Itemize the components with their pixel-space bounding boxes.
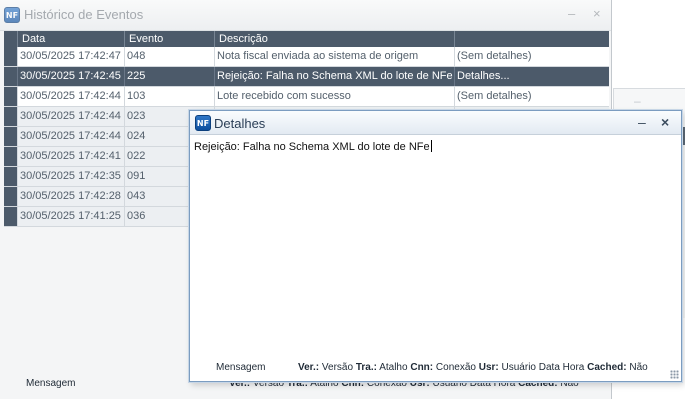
events-history-title: Histórico de Eventos — [24, 7, 144, 22]
cell-evento: 048 — [124, 47, 214, 66]
details-status-ver-label: Ver.: — [298, 362, 320, 373]
grid-header: Data Evento Descrição — [4, 31, 609, 47]
row-indicator[interactable] — [4, 47, 17, 66]
cell-data: 30/05/2025 17:42:44 — [17, 127, 124, 146]
details-status-usr-value: Usuário — [501, 362, 536, 373]
cell-data: 30/05/2025 17:42:35 — [17, 167, 124, 186]
status-message: Mensagem — [26, 378, 76, 389]
cell-descricao: Nota fiscal enviada ao sistema de origem — [214, 47, 454, 66]
details-status-cached-label: Cached: — [587, 362, 627, 373]
cell-detalhes[interactable]: (Sem detalhes) — [454, 47, 609, 66]
cell-evento: 225 — [124, 67, 214, 86]
cell-data: 30/05/2025 17:42:41 — [17, 147, 124, 166]
text-caret — [430, 140, 432, 152]
cell-data: 30/05/2025 17:42:44 — [17, 87, 124, 106]
details-status-date: Data — [538, 362, 560, 373]
row-indicator[interactable] — [4, 67, 17, 86]
cell-data: 30/05/2025 17:42:44 — [17, 107, 124, 126]
table-row[interactable]: 30/05/2025 17:42:45 225 Rejeição: Falha no… — [4, 67, 609, 87]
minimize-button[interactable]: – — [568, 7, 575, 21]
details-status-cnn-label: Cnn: — [410, 362, 434, 373]
cell-descricao: Rejeição: Falha no Schema XML do lote de… — [214, 67, 454, 86]
details-statusbar: Mensagem Ver.: Versão Tra.: Atalho Cnn: … — [190, 359, 681, 381]
details-status-tra-label: Tra.: — [355, 362, 377, 373]
details-status-usr-label: Usr: — [478, 362, 499, 373]
cell-data: 30/05/2025 17:42:47 — [17, 47, 124, 66]
background-minimize-icon: – — [634, 94, 641, 108]
cell-data: 30/05/2025 17:42:45 — [17, 67, 124, 86]
cell-detalhes[interactable]: (Sem detalhes) — [454, 87, 609, 106]
details-close-button[interactable]: × — [661, 115, 669, 129]
column-header-descricao[interactable]: Descrição — [214, 31, 454, 47]
details-status-time: Hora — [562, 362, 585, 373]
app-logo-icon: NF — [4, 7, 20, 23]
table-row[interactable]: 30/05/2025 17:42:47 048 Nota fiscal enviad… — [4, 47, 609, 67]
row-indicator[interactable] — [4, 167, 17, 186]
close-button[interactable]: × — [593, 7, 601, 21]
column-header-detalhes[interactable] — [454, 31, 609, 47]
details-status-cached-value: Não — [629, 362, 648, 373]
details-titlebar[interactable]: NF Detalhes – × — [190, 111, 681, 135]
details-status-cnn-value: Conexão — [435, 362, 476, 373]
resize-grip-icon[interactable] — [670, 370, 679, 379]
details-status-message: Mensagem — [216, 362, 266, 373]
details-dialog: NF Detalhes – × Rejeição: Falha no Schem… — [189, 110, 682, 382]
app-logo-icon: NF — [195, 115, 211, 131]
column-header-data[interactable]: Data — [17, 31, 124, 47]
cell-detalhes[interactable]: Detalhes... — [454, 67, 609, 86]
details-status-info: Ver.: Versão Tra.: Atalho Cnn: Conexão U… — [298, 362, 648, 373]
events-history-titlebar[interactable]: NF Histórico de Eventos – × — [0, 0, 611, 31]
cell-descricao: Lote recebido com sucesso — [214, 87, 454, 106]
column-header-evento[interactable]: Evento — [124, 31, 214, 47]
row-indicator[interactable] — [4, 107, 17, 126]
row-indicator[interactable] — [4, 207, 17, 226]
cell-evento: 103 — [124, 87, 214, 106]
details-minimize-button[interactable]: – — [638, 115, 646, 129]
details-text: Rejeição: Falha no Schema XML do lote de… — [194, 140, 432, 153]
cell-data: 30/05/2025 17:41:25 — [17, 207, 124, 226]
row-indicator[interactable] — [4, 187, 17, 206]
details-text-area[interactable]: Rejeição: Falha no Schema XML do lote de… — [192, 137, 679, 359]
details-title: Detalhes — [214, 116, 266, 131]
details-message: Rejeição: Falha no Schema XML do lote de… — [194, 141, 430, 153]
row-indicator[interactable] — [4, 87, 17, 106]
table-row[interactable]: 30/05/2025 17:42:44 103 Lote recebido com … — [4, 87, 609, 107]
row-indicator[interactable] — [4, 147, 17, 166]
details-status-tra-value: Atalho — [379, 362, 408, 373]
details-status-ver-value: Versão — [321, 362, 354, 373]
cell-data: 30/05/2025 17:42:28 — [17, 187, 124, 206]
row-indicator[interactable] — [4, 127, 17, 146]
